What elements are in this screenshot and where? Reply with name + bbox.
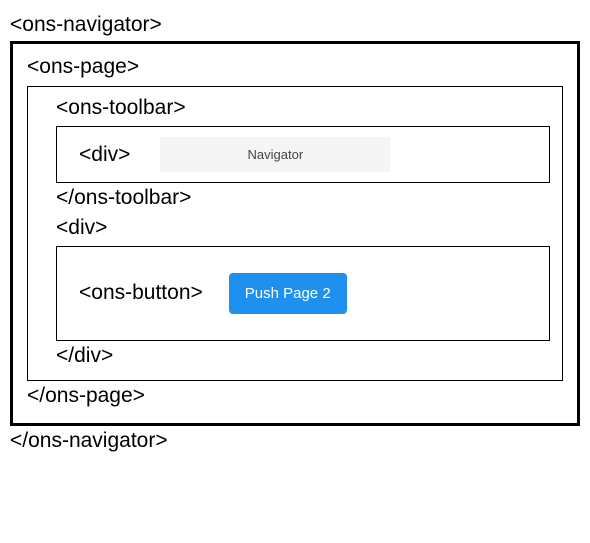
toolbar-div-tag: <div> [79,143,130,167]
content-div-close-tag: </div> [56,341,550,370]
navigator-container: <ons-page> <ons-toolbar> <div> Navigator… [10,41,580,425]
toolbar-title: Navigator [160,137,390,172]
content-div-open-tag: <div> [56,213,550,242]
page-close-tag: </ons-page> [27,381,563,410]
navigator-open-tag: <ons-navigator> [10,10,580,39]
toolbar-close-tag: </ons-toolbar> [56,183,550,212]
navigator-close-tag: </ons-navigator> [10,426,580,455]
page-open-tag: <ons-page> [27,52,563,81]
toolbar-open-tag: <ons-toolbar> [56,93,550,122]
push-page-button[interactable]: Push Page 2 [229,273,347,314]
toolbar-container: <div> Navigator [56,126,550,183]
page-container: <ons-toolbar> <div> Navigator </ons-tool… [27,86,563,382]
button-tag-label: <ons-button> [79,281,203,305]
content-container: <ons-button> Push Page 2 [56,246,550,341]
